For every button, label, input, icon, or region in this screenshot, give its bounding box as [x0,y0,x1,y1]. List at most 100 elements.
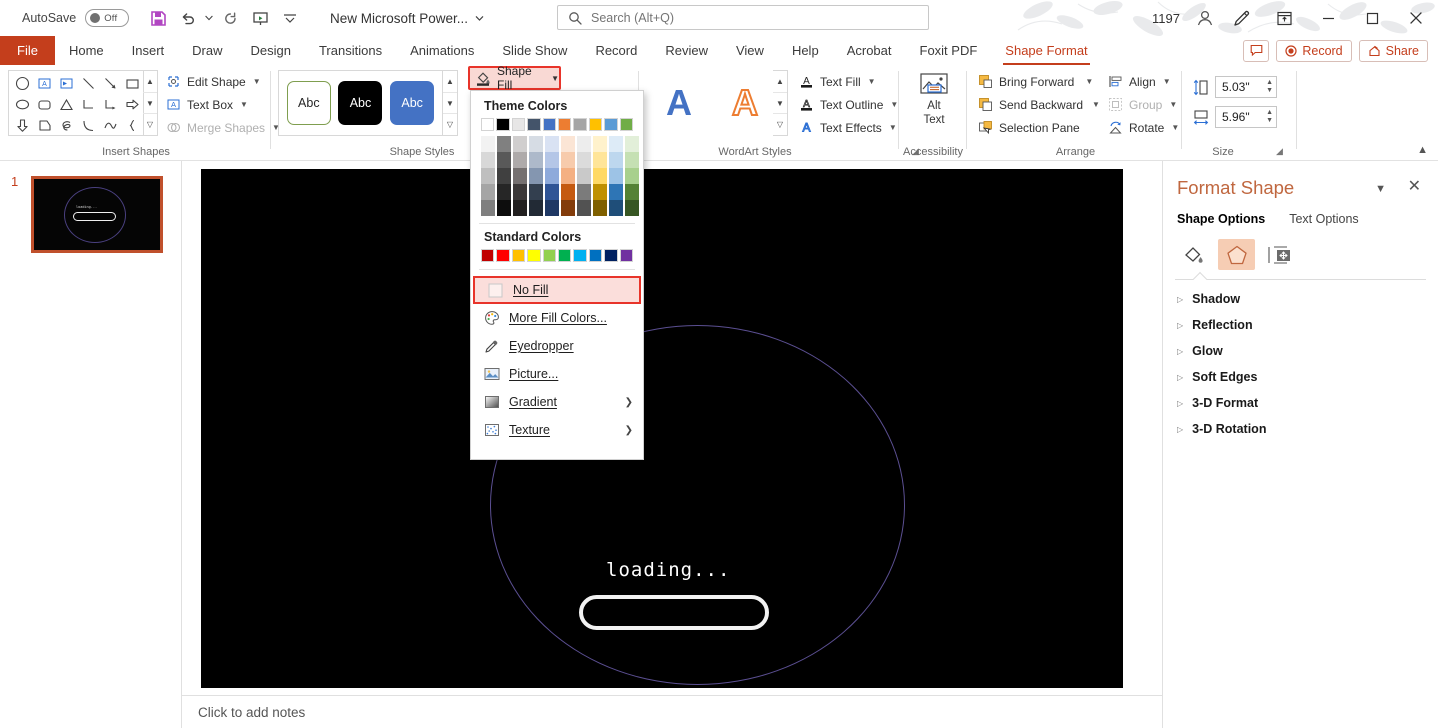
tab-file[interactable]: File [0,36,55,65]
theme-color-swatch[interactable] [619,118,634,131]
account-avatar-icon[interactable] [1188,0,1222,36]
edit-shape-button[interactable]: Edit Shape ▼ [160,71,285,92]
redo-icon[interactable] [215,3,245,33]
theme-color-swatch[interactable] [496,118,510,131]
expand-triangle-icon[interactable]: ▷ [1177,295,1183,304]
pane-close-icon[interactable]: ✕ [1408,176,1421,196]
shape-block-arrow-icon[interactable] [121,94,143,115]
shape-freeform-icon[interactable] [99,115,121,136]
theme-variant-swatch[interactable] [625,200,639,216]
undo-icon[interactable] [173,3,203,33]
tab-view[interactable]: View [722,36,778,65]
theme-variant-swatch[interactable] [609,168,623,184]
wordart-scroll-up-icon[interactable]: ▲ [773,71,787,93]
selection-pane-button[interactable]: Selection Pane [972,117,1105,138]
collapse-ribbon-icon[interactable]: ▲ [1417,144,1428,156]
maximize-icon[interactable] [1350,0,1394,36]
progress-bar-shape[interactable] [579,595,769,630]
wordart-scroller[interactable]: ▲ ▼ ▽ [773,70,788,136]
theme-variant-swatch[interactable] [497,200,511,216]
theme-variant-swatch[interactable] [497,152,511,168]
theme-variant-swatch[interactable] [561,136,575,152]
theme-variant-swatch[interactable] [529,184,543,200]
tab-shape-format[interactable]: Shape Format [991,36,1101,65]
shape-style-tile[interactable]: Abc [338,81,383,125]
chevron-down-icon[interactable]: ▼ [1171,123,1179,132]
wordart-scroll-down-icon[interactable]: ▼ [773,93,787,115]
theme-variant-swatch[interactable] [481,152,495,168]
section-soft-edges[interactable]: ▷ Soft Edges [1177,370,1257,384]
tab-slide-show[interactable]: Slide Show [488,36,581,65]
theme-variant-swatch[interactable] [577,200,591,216]
shape-rounded-rect-icon[interactable] [33,94,55,115]
theme-variant-swatch[interactable] [529,200,543,216]
menu-item-picture[interactable]: Picture... [471,360,643,388]
shape-line-arrow-icon[interactable] [99,73,121,94]
chevron-down-icon[interactable]: ▼ [1092,100,1100,109]
shape-width-stepper[interactable]: ▲ ▼ [1266,107,1273,127]
shape-elbow-connector-icon[interactable] [77,94,99,115]
theme-variant-swatch[interactable] [577,168,591,184]
standard-color-swatch[interactable] [619,249,634,262]
theme-color-swatch[interactable] [481,118,495,131]
shape-fill-button[interactable]: Shape Fill ▼ [468,64,561,92]
tab-text-options[interactable]: Text Options [1289,212,1358,226]
standard-color-swatch[interactable] [511,249,526,262]
shape-triangle-icon[interactable] [55,94,77,115]
send-backward-button[interactable]: Send Backward ▼ [972,94,1105,115]
minimize-icon[interactable] [1306,0,1350,36]
theme-variant-swatch[interactable] [481,168,495,184]
save-icon[interactable] [143,3,173,33]
chevron-down-icon[interactable]: ▼ [253,77,261,86]
share-button[interactable]: Share [1358,39,1428,62]
theme-variant-swatch[interactable] [561,152,575,168]
effects-icon[interactable] [1218,239,1255,270]
theme-variant-swatch[interactable] [625,168,639,184]
shape-line-icon[interactable] [77,73,99,94]
shapes-more-icon[interactable]: ▽ [143,114,157,135]
search-box[interactable] [557,5,929,30]
chevron-down-icon[interactable]: ▼ [240,100,248,109]
theme-variant-swatch[interactable] [513,184,527,200]
tab-animations[interactable]: Animations [396,36,488,65]
record-button[interactable]: Record [1276,39,1352,62]
theme-variant-swatch[interactable] [513,152,527,168]
styles-more-icon[interactable]: ▽ [443,114,457,135]
theme-variant-swatch[interactable] [545,168,559,184]
shape-elbow-arrow-icon[interactable] [99,94,121,115]
chevron-down-icon[interactable]: ▼ [1085,77,1093,86]
theme-variant-swatch[interactable] [561,168,575,184]
tab-acrobat[interactable]: Acrobat [833,36,906,65]
tab-transitions[interactable]: Transitions [305,36,396,65]
wordart-sample[interactable]: A [731,81,759,124]
notes-pane[interactable]: Click to add notes [182,695,1162,728]
theme-variant-swatch[interactable] [593,136,607,152]
wordart-gallery[interactable]: A A [646,70,778,136]
tab-foxit-pdf[interactable]: Foxit PDF [906,36,992,65]
styles-scroll-up-icon[interactable]: ▲ [443,71,457,93]
theme-color-swatch[interactable] [558,118,572,131]
theme-variant-swatch[interactable] [593,184,607,200]
theme-variant-swatch[interactable] [545,152,559,168]
start-presentation-icon[interactable] [245,3,275,33]
section-reflection[interactable]: ▷ Reflection [1177,318,1253,332]
expand-triangle-icon[interactable]: ▷ [1177,399,1183,408]
text-effects-button[interactable]: A Text Effects ▼ [793,117,903,138]
undo-dropdown-icon[interactable] [203,3,215,33]
wordart-sample[interactable]: A [666,82,692,124]
standard-color-swatch[interactable] [542,249,557,262]
theme-variant-swatch[interactable] [497,168,511,184]
section-glow[interactable]: ▷ Glow [1177,344,1223,358]
theme-variant-swatch[interactable] [593,152,607,168]
ribbon-display-options-icon[interactable] [1262,0,1306,36]
section-3d-format[interactable]: ▷ 3-D Format [1177,396,1258,410]
standard-color-swatch[interactable] [496,249,510,262]
shapes-gallery[interactable]: A [8,70,144,136]
standard-color-swatch[interactable] [588,249,603,262]
theme-variant-swatch[interactable] [577,136,591,152]
tab-help[interactable]: Help [778,36,833,65]
shape-textbox-icon[interactable]: A [33,73,55,94]
theme-variant-swatch[interactable] [625,152,639,168]
shape-height-stepper[interactable]: ▲ ▼ [1266,77,1273,97]
theme-variant-swatch[interactable] [561,184,575,200]
